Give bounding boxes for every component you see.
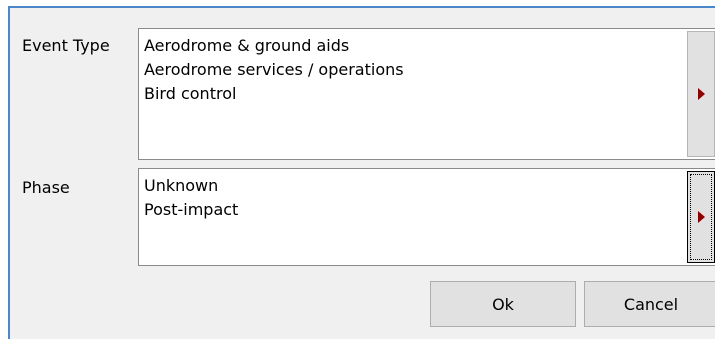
arrow-right-icon (697, 211, 705, 223)
event-type-label: Event Type (22, 36, 110, 55)
phase-expand-button[interactable] (687, 171, 715, 263)
phase-items: Unknown Post-impact (139, 169, 683, 265)
event-type-items: Aerodrome & ground aids Aerodrome servic… (139, 29, 683, 159)
event-type-expand-button[interactable] (687, 31, 715, 157)
arrow-right-icon (697, 88, 705, 100)
list-item[interactable]: Aerodrome services / operations (144, 58, 683, 82)
ok-button[interactable]: Ok (430, 281, 576, 327)
cancel-button[interactable]: Cancel (584, 281, 715, 327)
phase-listbox[interactable]: Unknown Post-impact (138, 168, 715, 266)
phase-label: Phase (22, 178, 70, 197)
list-item[interactable]: Bird control (144, 82, 683, 106)
list-item[interactable]: Post-impact (144, 198, 683, 222)
list-item[interactable]: Aerodrome & ground aids (144, 34, 683, 58)
list-item[interactable]: Unknown (144, 174, 683, 198)
event-type-listbox[interactable]: Aerodrome & ground aids Aerodrome servic… (138, 28, 715, 160)
dialog-panel: Event Type Aerodrome & ground aids Aerod… (8, 6, 715, 339)
